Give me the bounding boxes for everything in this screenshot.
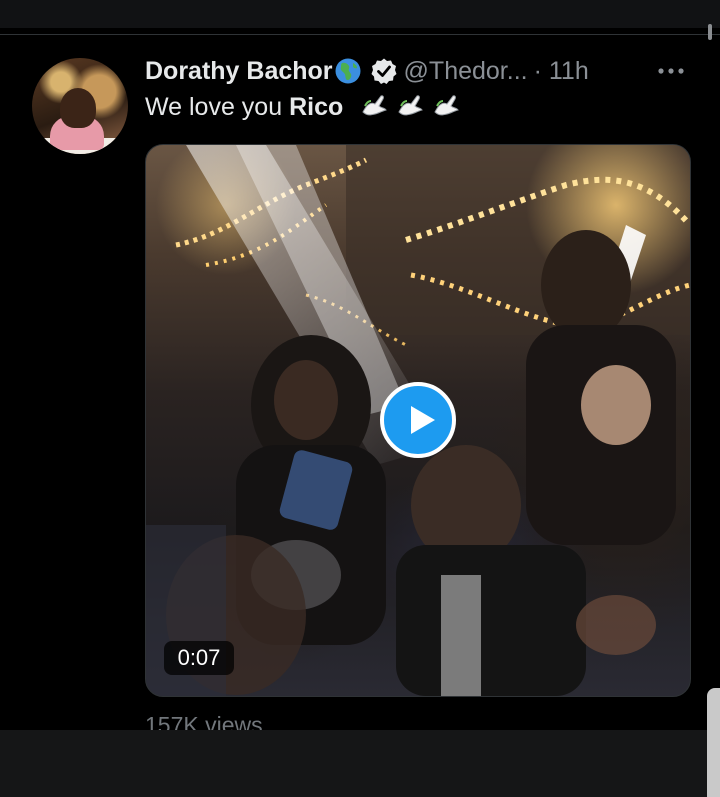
more-options-icon[interactable]: [656, 66, 686, 76]
verified-badge-icon: [370, 57, 398, 85]
avatar-person: [60, 88, 96, 128]
dove-icon: [395, 92, 425, 122]
dove-icon: [431, 92, 461, 122]
avatar[interactable]: [32, 58, 128, 154]
tweet-header: Dorathy Bachor @Thedor... · 11h: [145, 54, 589, 88]
divider: [0, 34, 720, 35]
dove-icon: [359, 92, 389, 122]
scroll-indicator: [708, 24, 712, 40]
play-icon: [411, 406, 435, 434]
side-handle[interactable]: [707, 688, 720, 797]
video-duration: 0:07: [164, 641, 234, 675]
top-status-bar: [0, 0, 720, 28]
tweet-text-mention: Rico: [289, 92, 344, 121]
timestamp[interactable]: · 11h: [534, 57, 589, 86]
bottom-nav-bar: [0, 730, 720, 797]
globe-icon: [334, 57, 362, 85]
author-handle[interactable]: @Thedor...: [404, 57, 528, 86]
author-name[interactable]: Dorathy Bachor: [145, 57, 333, 86]
play-button[interactable]: [380, 382, 456, 458]
tweet-text-prefix: We love you: [145, 92, 290, 121]
video-player[interactable]: 0:07: [145, 144, 691, 697]
tweet-text: We love you Rico: [145, 92, 461, 122]
